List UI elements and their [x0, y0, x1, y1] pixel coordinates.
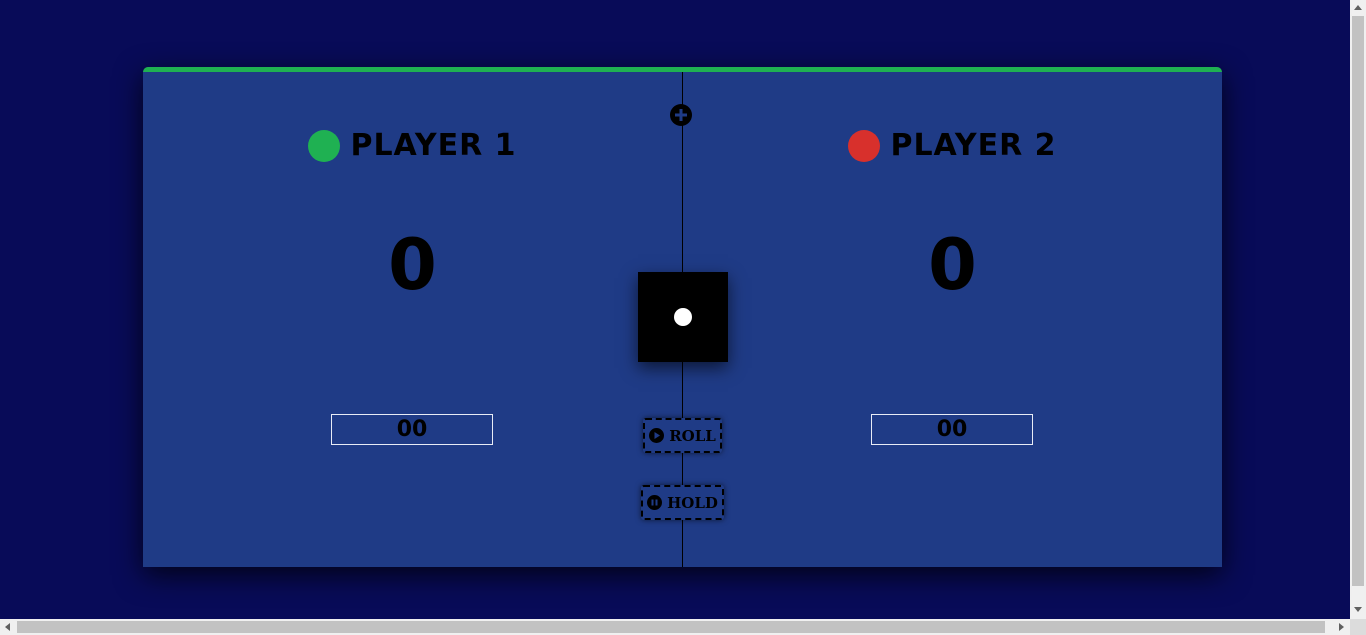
vertical-scrollbar[interactable]	[1350, 0, 1366, 619]
play-circle-icon	[649, 428, 665, 443]
player-2-name: PLAYER 2	[890, 128, 1057, 163]
scrollbar-corner	[1350, 619, 1366, 635]
player-2-current-score: 00	[871, 414, 1033, 445]
scroll-right-arrow-icon[interactable]	[1339, 623, 1344, 631]
player-1-panel: PLAYER 1 0 00	[143, 67, 682, 567]
pause-circle-icon	[647, 495, 663, 510]
player-1-score: 0	[388, 224, 437, 306]
page-viewport: PLAYER 1 0 00 PLAYER 2 0 00 ROLL HOLD	[0, 0, 1350, 619]
horizontal-scrollbar[interactable]	[0, 619, 1350, 635]
player-2-header: PLAYER 2	[683, 129, 1222, 163]
player-1-current-score: 00	[331, 414, 493, 445]
game-board: PLAYER 1 0 00 PLAYER 2 0 00 ROLL HOLD	[143, 67, 1222, 567]
player-1-header: PLAYER 1	[143, 129, 682, 163]
horizontal-scrollbar-thumb[interactable]	[17, 621, 1325, 633]
player-2-panel: PLAYER 2 0 00	[683, 67, 1222, 567]
plus-circle-icon	[671, 105, 691, 125]
player-1-color-dot	[308, 130, 341, 162]
player-2-color-dot	[848, 130, 881, 162]
new-game-button[interactable]	[670, 104, 692, 126]
scroll-left-arrow-icon[interactable]	[5, 623, 10, 631]
hold-button[interactable]: HOLD	[641, 485, 724, 520]
dice-pip	[674, 308, 692, 326]
roll-button-label: ROLL	[669, 426, 716, 445]
roll-dice-button[interactable]: ROLL	[643, 418, 722, 453]
hold-button-label: HOLD	[667, 493, 718, 512]
player-2-score: 0	[928, 224, 977, 306]
dice	[638, 272, 728, 362]
scroll-down-arrow-icon[interactable]	[1354, 607, 1362, 612]
player-1-name: PLAYER 1	[350, 128, 517, 163]
vertical-scrollbar-thumb[interactable]	[1352, 16, 1364, 586]
scroll-up-arrow-icon[interactable]	[1354, 5, 1362, 10]
